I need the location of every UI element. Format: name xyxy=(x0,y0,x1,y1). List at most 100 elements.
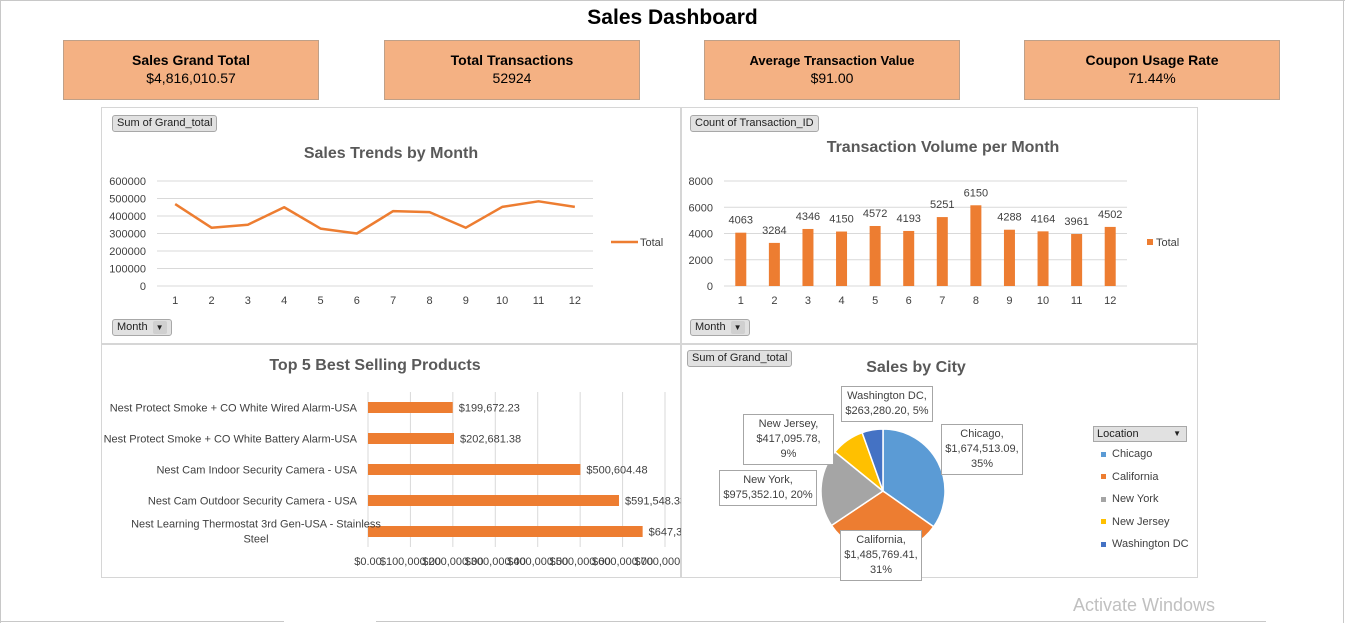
chevron-down-icon: ▼ xyxy=(730,320,745,334)
pie-label-chicago: Chicago, $1,674,513.09, 35% xyxy=(941,424,1023,475)
kpi-value: $91.00 xyxy=(810,70,854,86)
legend-swatch xyxy=(1101,451,1106,457)
data-label: 6150 xyxy=(964,187,988,199)
legend-swatch xyxy=(1101,496,1106,502)
month-filter-button[interactable]: Month ▼ xyxy=(112,319,172,336)
legend-item-new-jersey: New Jersey xyxy=(1101,516,1169,528)
data-label: 5251 xyxy=(930,199,954,211)
bar-month-2 xyxy=(768,242,780,286)
x-tick-label: 3 xyxy=(245,295,251,307)
x-tick-label: 2 xyxy=(771,295,777,307)
y-tick-label: 200000 xyxy=(109,246,146,258)
x-tick-label: 2 xyxy=(208,295,214,307)
y-tick-label: 2000 xyxy=(689,255,713,267)
pie-label-line: 35% xyxy=(970,458,994,470)
chevron-down-icon: ▼ xyxy=(1173,429,1181,438)
x-tick-label: 9 xyxy=(463,295,469,307)
frame-bottom-right xyxy=(376,621,1266,622)
bar-month-4 xyxy=(836,231,848,286)
y-tick-label: 500000 xyxy=(109,194,146,206)
activation-watermark: Activate Windows xyxy=(1073,595,1216,615)
location-filter-button[interactable]: Location ▼ xyxy=(1093,426,1187,442)
legend-label: Chicago xyxy=(1112,448,1153,460)
x-tick-label: 7 xyxy=(390,295,396,307)
frame-top xyxy=(0,0,1345,1)
y-tick-label: 600000 xyxy=(109,176,146,188)
legend-swatch xyxy=(1147,239,1153,245)
x-tick-label: 6 xyxy=(906,295,912,307)
bar-month-11 xyxy=(1071,234,1083,286)
data-label: $500,604.48 xyxy=(586,465,647,477)
frame-right xyxy=(1343,0,1344,623)
x-tick-label: 5 xyxy=(872,295,878,307)
kpi-value: 71.44% xyxy=(1128,70,1176,86)
x-tick-label: 1 xyxy=(738,295,744,307)
series-line-total xyxy=(174,200,576,235)
bar-month-1 xyxy=(735,232,747,286)
chevron-down-icon: ▼ xyxy=(152,320,167,334)
legend-item-chicago: Chicago xyxy=(1101,448,1152,460)
y-tick-label: 0 xyxy=(707,281,713,293)
bar-product-4 xyxy=(368,495,619,506)
bar-product-2 xyxy=(368,433,454,444)
pie-label-line: New Jersey, xyxy=(758,418,819,430)
y-tick-label: 4000 xyxy=(689,229,713,241)
x-tick-label: 10 xyxy=(1037,295,1049,307)
data-label: $591,548.33 xyxy=(625,496,681,508)
legend-swatch xyxy=(1101,519,1106,525)
frame-bottom-left xyxy=(0,621,284,622)
x-tick-label: 1 xyxy=(172,295,178,307)
month-filter-button[interactable]: Month ▼ xyxy=(690,319,750,336)
month-filter-label: Month xyxy=(117,321,148,333)
bar-month-6 xyxy=(903,230,915,286)
data-label: 4150 xyxy=(829,214,853,226)
bar-month-8 xyxy=(970,205,982,286)
pie-label-line: 31% xyxy=(869,564,893,576)
pie-label-washington-dc: Washington DC, $263,280.20, 5% xyxy=(841,386,933,422)
data-label: $199,672.23 xyxy=(459,403,520,415)
pie-label-line: $263,280.20, 5% xyxy=(845,405,929,417)
kpi-label: Sales Grand Total xyxy=(132,52,250,68)
data-label: 4193 xyxy=(896,213,920,225)
kpi-label: Total Transactions xyxy=(450,52,574,68)
legend-label: Total xyxy=(1156,237,1179,249)
legend-label: Washington DC xyxy=(1112,538,1189,550)
kpi-total-transactions: Total Transactions 52924 xyxy=(384,40,640,100)
bar-month-10 xyxy=(1037,231,1049,286)
bar-product-3 xyxy=(368,464,581,475)
pie-label-california: California, $1,485,769.41, 31% xyxy=(840,530,922,581)
kpi-coupon-usage-rate: Coupon Usage Rate 71.44% xyxy=(1024,40,1280,100)
data-label: 4502 xyxy=(1098,209,1122,221)
bar-product-1 xyxy=(368,402,453,413)
x-tick-label: 3 xyxy=(805,295,811,307)
pie-label-line: $1,674,513.09, xyxy=(945,443,1019,455)
bar-chart: $0.00$100,000.00$200,000.00$300,000.00$4… xyxy=(104,392,681,568)
column-chart: 0 2000 4000 6000 8000 4063 1 3284 2 4346 3 4150 4 457… xyxy=(689,176,1180,307)
pie-label-line: $975,352.10, 20% xyxy=(723,489,813,501)
y-tick-label: Nest Cam Outdoor Security Camera - USA xyxy=(148,496,358,508)
y-tick-label: 100000 xyxy=(109,264,146,276)
x-tick-label: $0.00 xyxy=(354,556,382,568)
dashboard-title: Sales Dashboard xyxy=(587,6,758,29)
bar-month-3 xyxy=(802,228,814,286)
x-tick-label: 9 xyxy=(1006,295,1012,307)
legend-label: New York xyxy=(1112,493,1159,505)
y-tick-label: 6000 xyxy=(689,202,713,214)
x-tick-label: 8 xyxy=(973,295,979,307)
data-label: 4164 xyxy=(1031,213,1055,225)
legend-item-new-york: New York xyxy=(1101,493,1158,505)
pie-label-line: $1,485,769.41, xyxy=(844,549,918,561)
legend-item-washington-dc: Washington DC xyxy=(1101,538,1189,550)
pie-label-line: Chicago, xyxy=(960,428,1004,440)
kpi-value: 52924 xyxy=(492,70,532,86)
x-tick-label: 11 xyxy=(533,295,544,307)
pie-label-line: California, xyxy=(856,534,906,546)
x-tick-label: 11 xyxy=(1071,295,1082,307)
data-label: 4572 xyxy=(863,208,887,220)
kpi-value: $4,816,010.57 xyxy=(146,70,236,86)
y-tick-label: Nest Protect Smoke + CO White Wired Alar… xyxy=(110,403,358,415)
x-tick-label: 6 xyxy=(354,295,360,307)
x-tick-label: 8 xyxy=(426,295,432,307)
legend-label: California xyxy=(1112,470,1159,483)
data-label: 3284 xyxy=(762,225,786,237)
